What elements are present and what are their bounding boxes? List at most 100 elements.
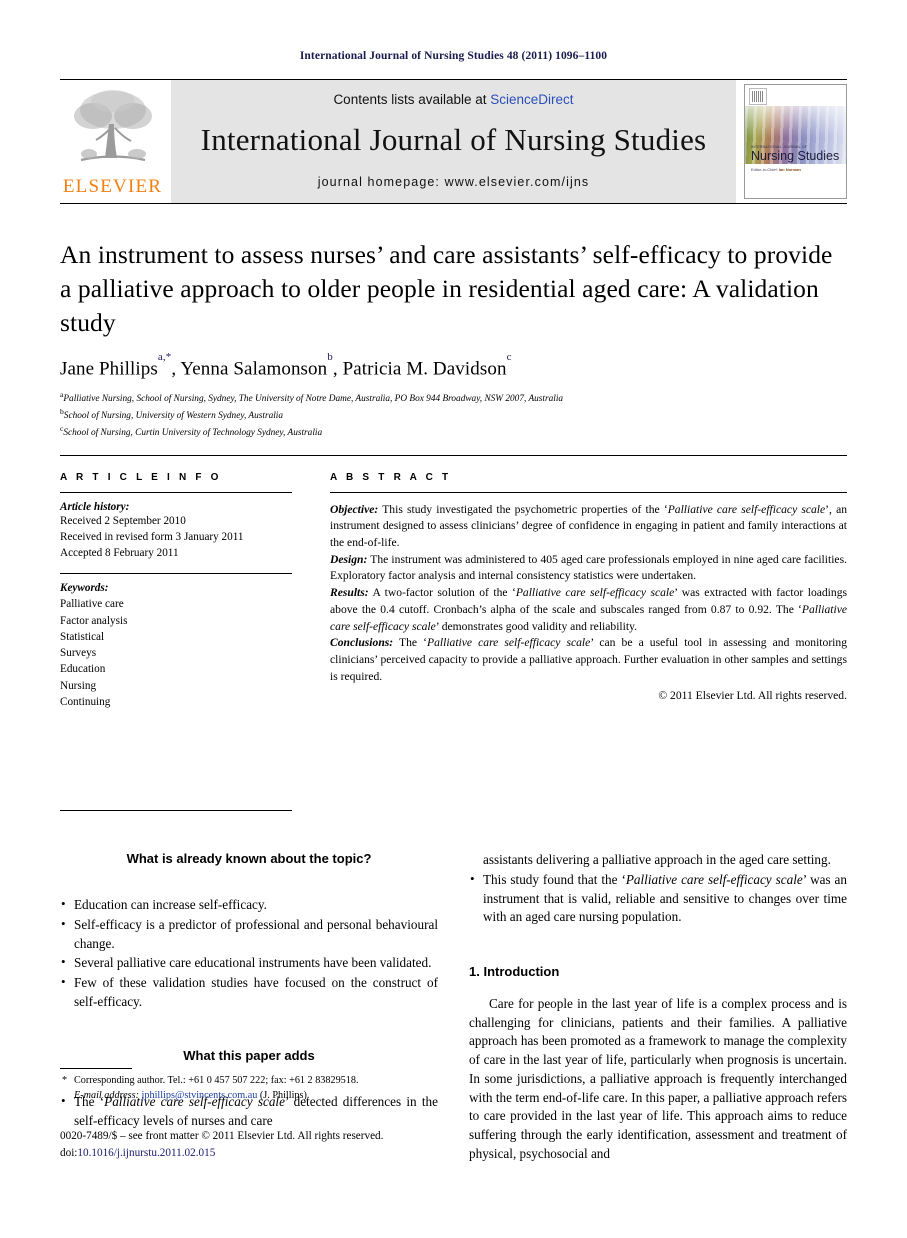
journal-homepage-link[interactable]: journal homepage: www.elsevier.com/ijns [318,175,589,189]
right-column: assistants delivering a palliative appro… [469,851,847,1164]
cover-editor-name: Ian Norman [778,166,801,172]
left-column: What is already known about the topic? E… [60,851,438,1164]
body-gutter [438,851,469,1164]
adds-box-heading: What this paper adds [183,1048,315,1064]
author-affiliation-marker: c [506,351,512,364]
affiliation-line: cSchool of Nursing, Curtin University of… [60,424,323,439]
list-item: Several palliative care educational inst… [60,953,438,973]
title-block: An instrument to assess nurses’ and care… [60,238,847,441]
article-info-heading: A R T I C L E I N F O [60,471,222,483]
column-gutter [292,472,330,811]
footnote-corresponding: Corresponding author. Tel.: +61 0 457 50… [74,1075,359,1086]
keyword-item: Palliative care [60,598,124,611]
footnote-star: * [62,1075,68,1086]
footnote-text: * Corresponding author. Tel.: +61 0 457 … [60,1074,438,1104]
article-info-rule-mid [60,573,292,575]
keyword-item: Education [60,663,106,676]
article-info-rule-bottom [60,810,292,812]
article-history-label: Article history: [60,500,130,513]
emphasis-text: Palliative care self-efficacy scale [625,871,803,887]
keyword-item: Surveys [60,647,97,660]
abstract-body: Objective: This study investigated the p… [330,502,847,686]
abstract-section: Conclusions: The ‘Palliative care self-e… [330,636,847,683]
running-head: International Journal of Nursing Studies… [299,50,608,62]
article-history-item: Accepted 8 February 2011 [60,547,179,560]
abstract-section: Results: A two-factor solution of the ‘P… [330,586,848,633]
adds-box-bullets-right: assistants delivering a palliative appro… [469,851,847,927]
keywords-label: Keywords: [60,582,109,595]
emphasis-text: Palliative care self-efficacy scale [330,602,847,633]
footnote-email-label: E-mail address: [74,1089,139,1101]
list-item-continuation: assistants delivering a palliative appro… [483,852,831,868]
journal-masthead: ELSEVIER Contents lists available at Sci… [60,79,847,204]
cover-title: Nursing Studies [751,149,840,163]
page-title: An instrument to assess nurses’ and care… [60,240,833,337]
author-affiliation-marker: b [327,351,333,364]
emphasis-text: Palliative care self-efficacy scale [515,586,675,600]
cover-title-band: INTERNATIONAL JOURNAL OF Nursing Studies… [745,145,846,172]
elsevier-tree-icon [73,90,152,162]
footer-doi-line: doi:10.1016/j.ijnurstu.2011.02.015 [60,1145,383,1162]
journal-article-page: International Journal of Nursing Studies… [0,0,907,1238]
sciencedirect-link[interactable]: ScienceDirect [490,92,573,107]
keywords-list: Palliative care Factor analysis Statistica… [60,596,292,710]
keyword-item: Factor analysis [60,614,128,627]
article-history-item: Received in revised form 3 January 2011 [60,530,244,543]
copyright-line: © 2011 Elsevier Ltd. All rights reserved… [658,689,847,703]
masthead-center-panel: Contents lists available at ScienceDirec… [171,80,736,203]
author-list: Jane Phillipsa,*, Yenna Salamonsonb, Pat… [60,351,512,380]
affiliation-list: aPalliative Nursing, School of Nursing, … [60,389,847,441]
contents-prefix: Contents lists available at [333,91,491,107]
emphasis-text: Palliative care self-efficacy scale [427,636,591,650]
emphasis-text: Palliative care self-efficacy scale [667,502,826,516]
article-info-column: A R T I C L E I N F O Article history: R… [60,471,292,812]
journal-cover-thumbnail[interactable]: INTERNATIONAL JOURNAL OF Nursing Studies… [744,84,847,199]
list-item: Few of these validation studies have foc… [60,973,438,1011]
contents-list-line: Contents lists available at ScienceDirec… [333,92,573,107]
footnote-email-suffix: (J. Phillips). [259,1089,310,1101]
intro-spacer [469,928,847,964]
author-name: Yenna Salamonson [180,358,328,380]
box-spacer [60,1012,438,1048]
keyword-item: Continuing [60,695,111,708]
author-name: Patricia M. Davidson [342,358,507,380]
cover-editor: Editor-in-Chief: Ian Norman [751,167,846,172]
doi-label: doi: [60,1146,78,1159]
introduction-paragraph: Care for people in the last year of life… [469,995,847,1161]
introduction-heading: 1. Introduction [469,963,560,979]
affiliation-line: bSchool of Nursing, University of Wester… [60,407,284,422]
abstract-section-label: Design: [330,552,368,566]
abstract-section: Objective: This study investigated the p… [330,502,848,550]
footer-issn-line: 0020-7489/$ – see front matter © 2011 El… [60,1130,384,1142]
article-history-lines: Received 2 September 2010 Received in rev… [60,513,292,562]
list-item: Self-efficacy is a predictor of professi… [60,915,438,953]
elsevier-logo: ELSEVIER [60,80,165,203]
journal-title: International Journal of Nursing Studies [200,121,707,157]
cover-elsevier-mark-icon [749,88,767,105]
title-divider [60,454,847,456]
known-box-bullets: Education can increase self-efficacy.Sel… [60,895,438,1011]
abstract-section: Design: The instrument was administered … [330,552,847,583]
footnote-rule [60,1068,132,1069]
article-history-item: Received 2 September 2010 [60,514,186,527]
abstract-section-label: Objective: [330,502,379,516]
page-footer: 0020-7489/$ – see front matter © 2011 El… [60,1128,383,1162]
author-name: Jane Phillips [60,358,158,380]
abstract-section-label: Results: [330,586,369,600]
article-info-rule-top [60,491,292,493]
corresponding-author-footnote: * Corresponding author. Tel.: +61 0 457 … [60,1068,438,1104]
known-box-heading: What is already known about the topic? [126,851,372,867]
info-abstract-region: A R T I C L E I N F O Article history: R… [60,471,847,812]
list-item: Education can increase self-efficacy. [60,895,438,915]
affiliation-line: aPalliative Nursing, School of Nursing, … [60,390,564,405]
footnote-email-link[interactable]: jphillips@stvincents.com.au [142,1090,258,1101]
abstract-heading: A B S T R A C T [330,471,452,483]
abstract-section-label: Conclusions: [330,636,394,650]
elsevier-wordmark: ELSEVIER [62,176,163,197]
body-columns: What is already known about the topic? E… [60,851,847,1164]
author-affiliation-marker: a,* [157,351,172,364]
doi-link[interactable]: 10.1016/j.ijnurstu.2011.02.015 [77,1147,215,1159]
keyword-item: Statistical [60,630,105,643]
abstract-column: A B S T R A C T Objective: This study in… [330,472,847,811]
list-item: This study found that the ‘Palliative ca… [469,870,847,927]
